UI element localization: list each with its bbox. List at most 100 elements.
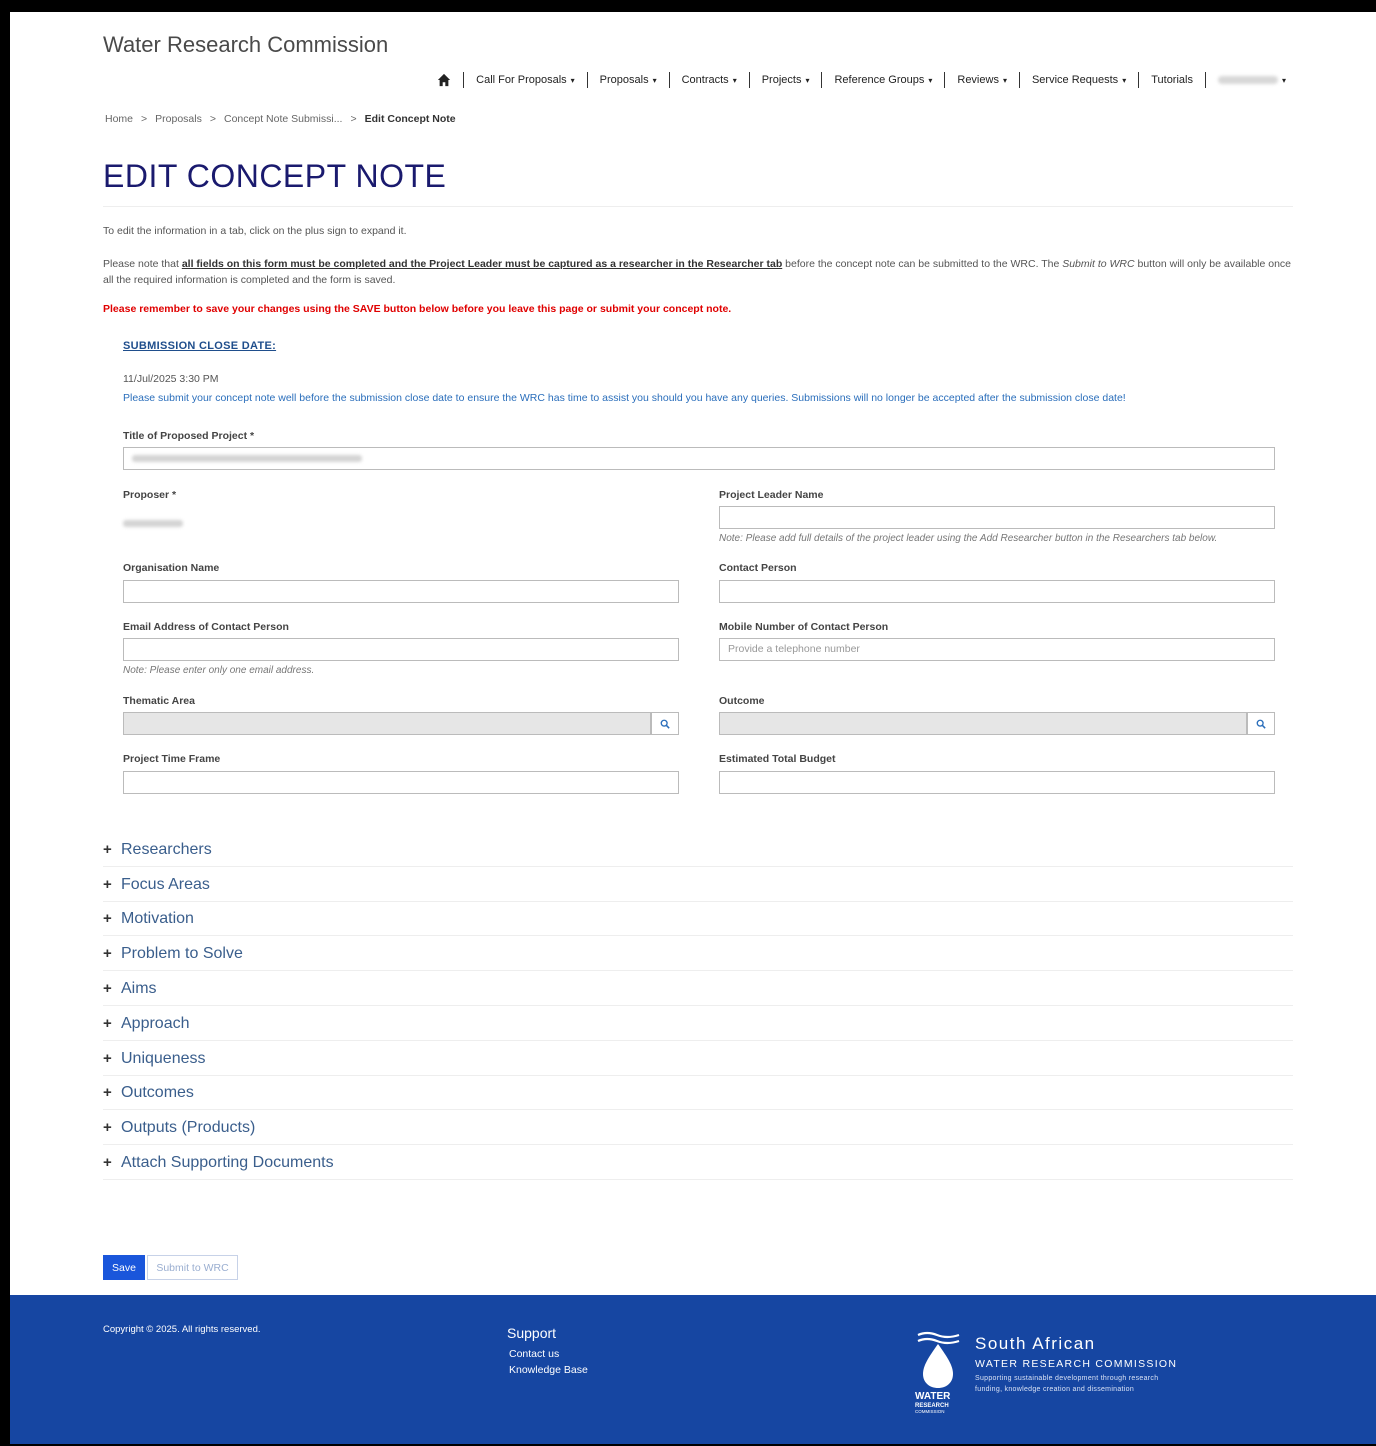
logo-tagline-1: Supporting sustainable development throu… [975, 1375, 1159, 1382]
submission-close-date: 11/Jul/2025 3:30 PM [123, 373, 219, 385]
plus-icon: + [103, 1154, 112, 1171]
section-label: Problem to Solve [121, 944, 243, 962]
section-focus-areas[interactable]: + Focus Areas [103, 868, 1293, 902]
divider [103, 206, 1293, 207]
section-motivation[interactable]: + Motivation [103, 902, 1293, 936]
plus-icon: + [103, 1084, 112, 1101]
wrc-logo: WATER RESEARCH COMMISSION South African … [915, 1330, 1215, 1420]
breadcrumb-separator: > [141, 113, 148, 125]
label-text: Proposer [123, 489, 170, 501]
title-label: Title of Proposed Project * [123, 430, 254, 442]
note-mid: before the concept note can be submitted… [782, 258, 1063, 270]
nav-service-requests[interactable]: Service Requests ▾ [1020, 74, 1138, 86]
nav-label: Contracts [681, 74, 729, 86]
nav-reference-groups[interactable]: Reference Groups ▾ [822, 74, 944, 86]
outcome-input[interactable] [719, 712, 1247, 735]
requirements-note: Please note that all fields on this form… [103, 256, 1293, 288]
section-label: Researchers [121, 840, 212, 858]
budget-input[interactable] [719, 771, 1275, 794]
page-title: EDIT CONCEPT NOTE [103, 158, 447, 194]
chevron-down-icon: ▾ [1122, 75, 1127, 85]
search-icon [660, 719, 670, 729]
section-outcomes[interactable]: + Outcomes [103, 1076, 1293, 1110]
redacted-value [123, 520, 183, 528]
required-mark: * [169, 489, 177, 501]
plus-icon: + [103, 1050, 112, 1067]
time-frame-label: Project Time Frame [123, 753, 221, 765]
plus-icon: + [103, 1119, 112, 1136]
time-frame-input[interactable] [123, 771, 679, 794]
section-uniqueness[interactable]: + Uniqueness [103, 1042, 1293, 1076]
mobile-label: Mobile Number of Contact Person [719, 621, 889, 633]
submission-close-note: Please submit your concept note well bef… [123, 392, 1126, 404]
breadcrumb-separator: > [350, 113, 357, 125]
organisation-input[interactable] [123, 580, 679, 603]
home-icon [438, 73, 451, 87]
copyright: Copyright © 2025. All rights reserved. [103, 1324, 261, 1335]
search-icon [1256, 719, 1266, 729]
section-approach[interactable]: + Approach [103, 1007, 1293, 1041]
section-outputs[interactable]: + Outputs (Products) [103, 1111, 1293, 1145]
chevron-down-icon: ▾ [928, 75, 933, 85]
outcome-lookup-button[interactable] [1247, 712, 1275, 735]
nav-label: Projects [761, 74, 802, 86]
footer: Copyright © 2025. All rights reserved. S… [10, 1295, 1376, 1444]
thematic-area-label: Thematic Area [123, 695, 195, 707]
site-title[interactable]: Water Research Commission [103, 32, 388, 58]
nav-proposals[interactable]: Proposals ▾ [588, 74, 669, 86]
breadcrumb-submission[interactable]: Concept Note Submissi... [224, 113, 342, 125]
section-label: Aims [121, 979, 157, 997]
nav-user-menu[interactable]: ▾ [1206, 76, 1298, 85]
chevron-down-icon: ▾ [1281, 75, 1286, 85]
contact-person-input[interactable] [719, 580, 1275, 603]
project-leader-hint: Note: Please add full details of the pro… [719, 533, 1218, 544]
proposer-value [123, 515, 183, 533]
section-aims[interactable]: + Aims [103, 972, 1293, 1006]
logo-mark-commission: COMMISSION [915, 1409, 945, 1414]
nav-label: Proposals [599, 74, 649, 86]
required-mark: * [247, 430, 255, 442]
project-title-input[interactable] [123, 447, 1275, 470]
nav-reviews[interactable]: Reviews ▾ [945, 74, 1019, 86]
nav-projects[interactable]: Projects ▾ [750, 74, 822, 86]
breadcrumb-current: Edit Concept Note [364, 113, 456, 125]
project-leader-label: Project Leader Name [719, 489, 824, 501]
contact-person-label: Contact Person [719, 562, 797, 574]
outcome-label: Outcome [719, 695, 765, 707]
nav-label: Service Requests [1031, 74, 1119, 86]
breadcrumb-home[interactable]: Home [105, 113, 133, 125]
water-drop-icon: WATER RESEARCH COMMISSION [915, 1331, 960, 1414]
breadcrumb-proposals[interactable]: Proposals [155, 113, 202, 125]
support-heading: Support [507, 1325, 557, 1341]
section-attach-documents[interactable]: + Attach Supporting Documents [103, 1146, 1293, 1180]
nav-home[interactable] [425, 73, 463, 87]
mobile-placeholder: Provide a telephone number [728, 643, 860, 655]
section-researchers[interactable]: + Researchers [103, 833, 1293, 867]
section-label: Approach [121, 1014, 190, 1032]
chevron-down-icon: ▾ [652, 75, 657, 85]
contact-us-link[interactable]: Contact us [509, 1348, 559, 1360]
save-button[interactable]: Save [103, 1255, 145, 1280]
nav-tutorials[interactable]: Tutorials [1139, 74, 1205, 86]
section-label: Attach Supporting Documents [121, 1153, 334, 1171]
submit-to-wrc-button[interactable]: Submit to WRC [147, 1255, 238, 1280]
plus-icon: + [103, 876, 112, 893]
note-strong: all fields on this form must be complete… [181, 258, 783, 270]
email-label: Email Address of Contact Person [123, 621, 289, 633]
section-problem-to-solve[interactable]: + Problem to Solve [103, 937, 1293, 971]
note-prefix: Please note that [103, 258, 182, 270]
breadcrumb: Home > Proposals > Concept Note Submissi… [105, 113, 456, 125]
save-warning: Please remember to save your changes usi… [103, 303, 732, 315]
knowledge-base-link[interactable]: Knowledge Base [509, 1364, 588, 1376]
thematic-area-input[interactable] [123, 712, 651, 735]
email-input[interactable] [123, 638, 679, 661]
nav-contracts[interactable]: Contracts ▾ [670, 74, 749, 86]
plus-icon: + [103, 980, 112, 997]
thematic-area-lookup-button[interactable] [651, 712, 679, 735]
label-text: Title of Proposed Project [123, 430, 248, 442]
nav-call-for-proposals[interactable]: Call For Proposals ▾ [464, 74, 587, 86]
mobile-input[interactable]: Provide a telephone number [719, 638, 1275, 661]
project-leader-input[interactable] [719, 506, 1275, 529]
plus-icon: + [103, 945, 112, 962]
user-name-redacted [1217, 76, 1278, 84]
